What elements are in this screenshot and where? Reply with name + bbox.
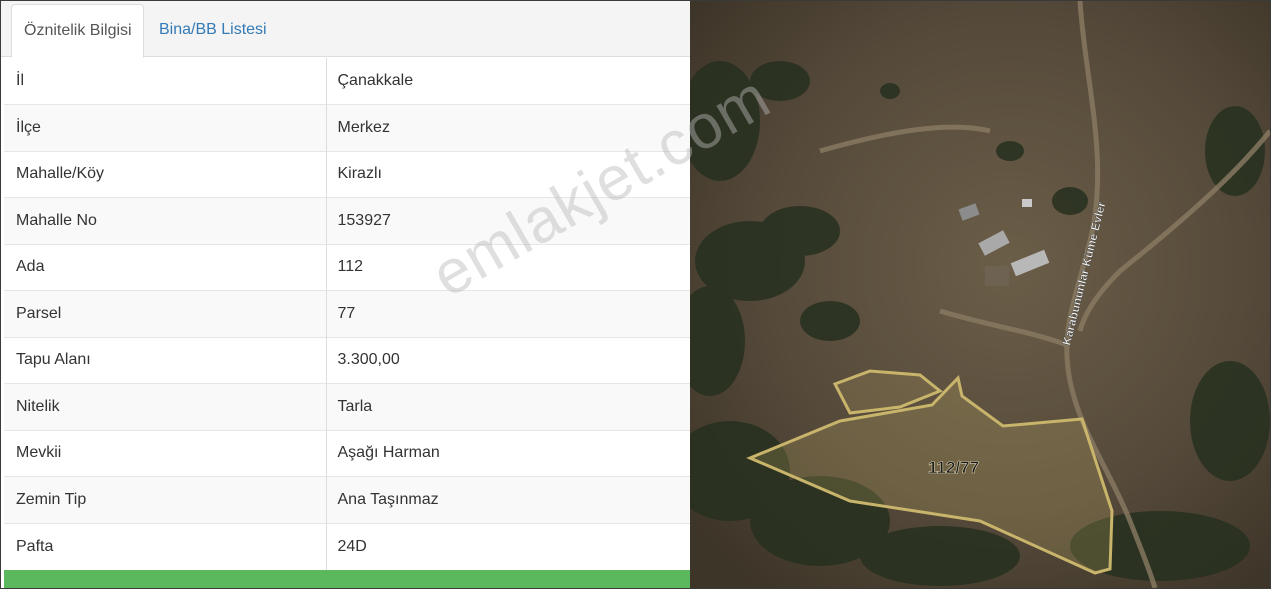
row-key: Mahalle/Köy — [4, 150, 327, 198]
row-value: Kirazlı — [326, 150, 690, 198]
row-key: Mahalle No — [4, 197, 327, 244]
row-value: Merkez — [326, 104, 690, 151]
panel-footer-bar — [4, 570, 690, 588]
table-row: İl Çanakkale — [4, 58, 690, 105]
row-value: Aşağı Harman — [326, 429, 690, 477]
row-key: Nitelik — [4, 383, 327, 430]
table-row: Pafta 24D — [4, 522, 690, 570]
tab-bar: Öznitelik Bilgisi Bina/BB Listesi — [1, 1, 690, 58]
row-key: Mevkii — [4, 429, 327, 477]
satellite-map[interactable]: 112/77 Karabununlar Küme Evler — [690, 1, 1270, 588]
row-value: 112 — [326, 243, 690, 291]
attribute-table: İl Çanakkale İlçe Merkez Mahalle/Köy Kir… — [4, 58, 690, 570]
attribute-panel: Öznitelik Bilgisi Bina/BB Listesi İl Çan… — [1, 1, 690, 588]
parcel-label: 112/77 — [928, 458, 979, 477]
row-value: 77 — [326, 290, 690, 337]
row-key: İlçe — [4, 104, 327, 151]
row-value: Tarla — [326, 383, 690, 430]
row-key: İl — [4, 58, 327, 105]
row-key: Tapu Alanı — [4, 336, 327, 384]
table-row: Parsel 77 — [4, 290, 690, 337]
table-row: İlçe Merkez — [4, 104, 690, 151]
row-value: Ana Taşınmaz — [326, 476, 690, 523]
row-key: Zemin Tip — [4, 476, 327, 523]
table-row: Zemin Tip Ana Taşınmaz — [4, 476, 690, 523]
row-key: Ada — [4, 243, 327, 291]
table-row: Mahalle/Köy Kirazlı — [4, 150, 690, 198]
tab-attribute-info[interactable]: Öznitelik Bilgisi — [11, 4, 144, 58]
row-value: 3.300,00 — [326, 336, 690, 384]
row-key: Pafta — [4, 522, 327, 570]
table-row: Tapu Alanı 3.300,00 — [4, 336, 690, 384]
table-row: Mahalle No 153927 — [4, 197, 690, 244]
row-value: 153927 — [326, 197, 690, 244]
table-row: Ada 112 — [4, 243, 690, 291]
table-row: Nitelik Tarla — [4, 383, 690, 430]
map-canvas: 112/77 Karabununlar Küme Evler — [690, 1, 1270, 588]
row-key: Parsel — [4, 290, 327, 337]
row-value: Çanakkale — [337, 72, 414, 89]
table-row: Mevkii Aşağı Harman — [4, 429, 690, 477]
tab-building-list[interactable]: Bina/BB Listesi — [147, 4, 279, 58]
row-value: 24D — [326, 522, 690, 570]
